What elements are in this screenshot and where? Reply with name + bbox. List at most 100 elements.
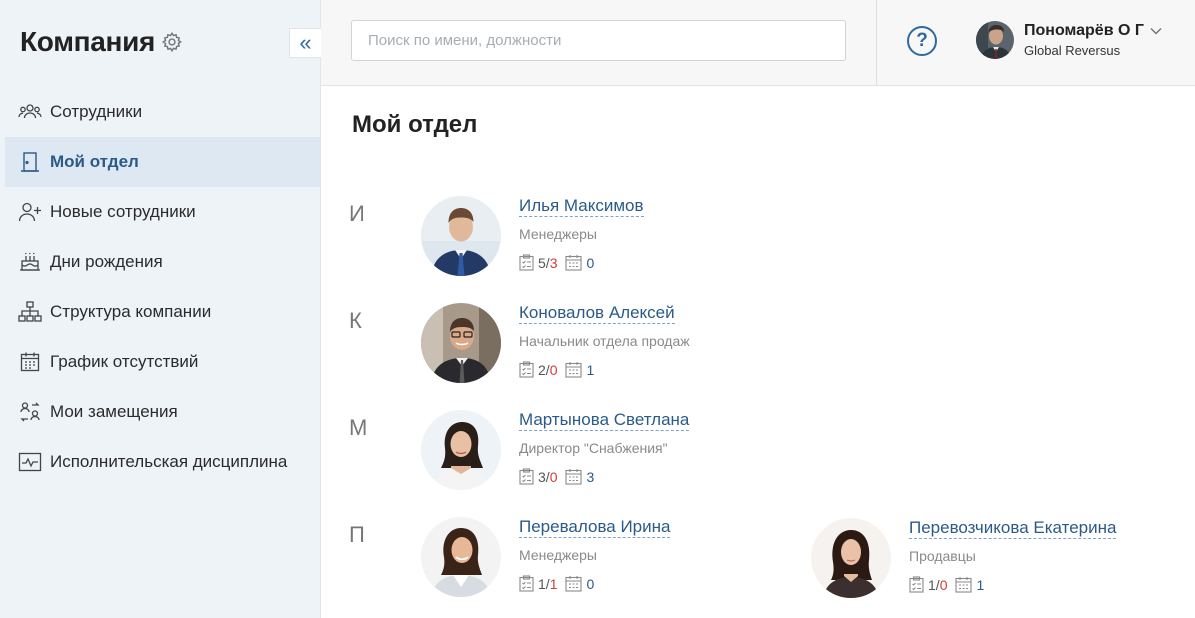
tasks-total: 1 [538,575,546,592]
tasks-total: 5 [538,254,546,271]
group-letter: К [349,308,362,333]
employee-info: Илья Максимов Менеджеры 5/3 0 [519,196,644,276]
employee-position: Менеджеры [519,226,597,242]
employee-name-link[interactable]: Перевалова Ирина [519,517,671,538]
employee-info: Мартынова Светлана Директор "Снабжения" … [519,410,690,490]
double-chevron-left-icon: « [299,30,312,55]
user-name: Пономарёв О Г [1024,22,1144,39]
user-info: Пономарёв О Г Global Reversus [1024,22,1162,58]
users-icon [18,100,42,124]
collapse-sidebar-button[interactable]: « [289,28,321,58]
calendar-icon [18,350,42,374]
events-count: 0 [586,254,595,271]
page-title: Мой отдел [352,111,478,138]
employee-info: Коновалов Алексей Начальник отдела прода… [519,303,690,383]
employee-stats: 2/0 1 [519,361,690,378]
employee-position: Начальник отдела продаж [519,333,690,349]
employee-name-link[interactable]: Илья Максимов [519,196,644,217]
sidebar-title: Компания [20,26,156,57]
chart-pulse-icon [18,450,42,474]
tasks-total: 2 [538,361,546,378]
sidebar-item-label: Мои замещения [50,402,178,421]
employee-name-link[interactable]: Коновалов Алексей [519,303,675,324]
sidebar-item-label: График отсутствий [50,352,199,371]
events-stat[interactable]: 1 [955,576,984,593]
tasks-stat[interactable]: 2/0 [519,361,557,378]
tasks-overdue: 3 [549,254,558,271]
events-stat[interactable]: 1 [565,361,594,378]
employee-name-link[interactable]: Перевозчикова Екатерина [909,518,1117,539]
employee-stats: 1/1 0 [519,575,670,592]
employee-avatar[interactable] [811,518,891,598]
door-icon [18,150,42,174]
sidebar-item-structure[interactable]: Структура компании [5,287,320,337]
tasks-stat[interactable]: 5/3 [519,254,557,271]
tasks-total: 3 [538,468,546,485]
events-stat[interactable]: 0 [565,254,594,271]
cake-icon [18,250,42,274]
events-count: 3 [586,468,595,485]
employee-avatar[interactable] [421,410,501,490]
divider [876,0,877,86]
tasks-stat[interactable]: 1/1 [519,575,557,592]
employee-avatar[interactable] [421,196,501,276]
employee-info: Перевозчикова Екатерина Продавцы 1/0 1 [909,518,1117,598]
tasks-overdue: 0 [549,361,558,378]
calendar-icon [565,255,583,271]
sidebar-item-my-department[interactable]: Мой отдел [5,137,320,187]
tasks-total: 1 [928,576,936,593]
events-count: 0 [586,575,595,592]
sidebar-item-label: Структура компании [50,302,212,321]
sidebar-nav: Сотрудники Мой отдел Новые сотрудники Дн… [5,87,320,487]
calendar-icon [565,362,583,378]
employee-info: Перевалова Ирина Менеджеры 1/1 0 [519,517,671,597]
clipboard-icon [519,254,534,271]
employee-avatar[interactable] [421,517,501,597]
sidebar-item-absence-schedule[interactable]: График отсутствий [5,337,320,387]
employee-card: Мартынова Светлана Директор "Снабжения" … [421,410,690,490]
user-company: Global Reversus [1024,43,1121,58]
user-menu[interactable]: Пономарёв О Г Global Reversus [976,21,1162,59]
chevron-down-icon [1150,27,1162,35]
employee-name-link[interactable]: Мартынова Светлана [519,410,690,431]
tasks-overdue: 1 [549,575,558,592]
employee-stats: 1/0 1 [909,576,1116,593]
tasks-stat[interactable]: 3/0 [519,468,557,485]
employee-avatar[interactable] [421,303,501,383]
sidebar-item-employees[interactable]: Сотрудники [5,87,320,137]
tasks-overdue: 0 [549,468,558,485]
employee-card: Перевозчикова Екатерина Продавцы 1/0 1 [811,518,1117,598]
calendar-icon [565,469,583,485]
calendar-icon [955,577,973,593]
org-structure-icon [18,300,42,324]
clipboard-icon [909,576,924,593]
sidebar-item-birthdays[interactable]: Дни рождения [5,237,320,287]
events-stat[interactable]: 0 [565,575,594,592]
sidebar-item-discipline[interactable]: Исполнительская дисциплина [5,437,320,487]
employee-stats: 5/3 0 [519,254,644,271]
employee-card: Илья Максимов Менеджеры 5/3 0 [421,196,644,276]
employee-position: Директор "Снабжения" [519,440,668,456]
sidebar-item-label: Дни рождения [50,252,163,271]
user-name-row: Пономарёв О Г [1024,22,1162,40]
sidebar-item-label: Исполнительская дисциплина [50,452,288,471]
calendar-icon [565,576,583,592]
search-input[interactable] [351,20,846,61]
events-stat[interactable]: 3 [565,468,594,485]
employee-card: Перевалова Ирина Менеджеры 1/1 0 [421,517,671,597]
help-button[interactable]: ? [907,26,937,56]
sidebar-item-my-replacements[interactable]: Мои замещения [5,387,320,437]
top-bar: ? Пономарёв О Г Global Reversus [321,0,1195,86]
clipboard-icon [519,575,534,592]
replacement-icon [18,400,42,424]
group-letter: И [349,201,365,226]
tasks-stat[interactable]: 1/0 [909,576,947,593]
events-count: 1 [976,576,985,593]
tasks-overdue: 0 [939,576,948,593]
user-plus-icon [18,200,42,224]
question-mark-icon: ? [916,30,928,51]
gear-icon[interactable] [161,31,183,53]
sidebar-item-label: Сотрудники [50,102,143,121]
avatar [976,21,1014,59]
sidebar-item-new-employees[interactable]: Новые сотрудники [5,187,320,237]
